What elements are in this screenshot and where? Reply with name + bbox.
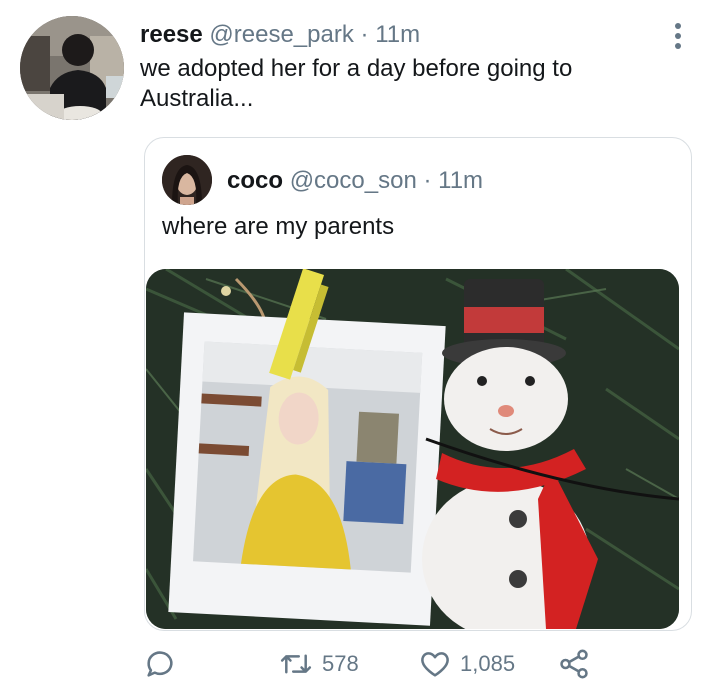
quoted-time[interactable]: 11m (438, 167, 483, 194)
like-button[interactable]: 1,085 (418, 646, 515, 682)
quoted-media[interactable] (146, 269, 679, 629)
author-avatar[interactable] (20, 16, 124, 120)
christmas-photo (146, 269, 679, 629)
quoted-tweet[interactable]: coco @coco_son · 11m where are my parent… (144, 137, 692, 631)
quoted-author-name[interactable]: coco (227, 167, 283, 194)
header-separator: · (360, 21, 369, 48)
like-count: 1,085 (460, 651, 516, 676)
quoted-separator: · (423, 167, 432, 194)
retweet-icon (280, 654, 312, 674)
author-handle[interactable]: @reese_park (209, 21, 353, 48)
retweet-count: 578 (322, 651, 359, 676)
reply-icon (147, 651, 173, 677)
quoted-header: coco @coco_son · 11m (227, 166, 483, 196)
heart-icon (421, 652, 449, 677)
author-name[interactable]: reese (140, 21, 203, 48)
quoted-avatar-image (162, 155, 212, 205)
quoted-author-handle[interactable]: @coco_son (290, 167, 417, 194)
tweet-header: reese @reese_park · 11m (140, 20, 420, 50)
reply-button[interactable] (143, 646, 177, 682)
more-vertical-icon[interactable] (668, 20, 688, 52)
retweet-button[interactable]: 578 (278, 646, 359, 682)
share-button[interactable] (557, 646, 591, 682)
tweet-time[interactable]: 11m (375, 21, 420, 48)
quoted-author-avatar[interactable] (162, 155, 212, 205)
tweet-actions: 578 1,085 (0, 636, 720, 692)
quoted-text: where are my parents (162, 213, 395, 240)
tweet-text: we adopted her for a day before going to… (140, 55, 573, 112)
author-avatar-image (20, 16, 124, 120)
share-icon (560, 649, 588, 679)
